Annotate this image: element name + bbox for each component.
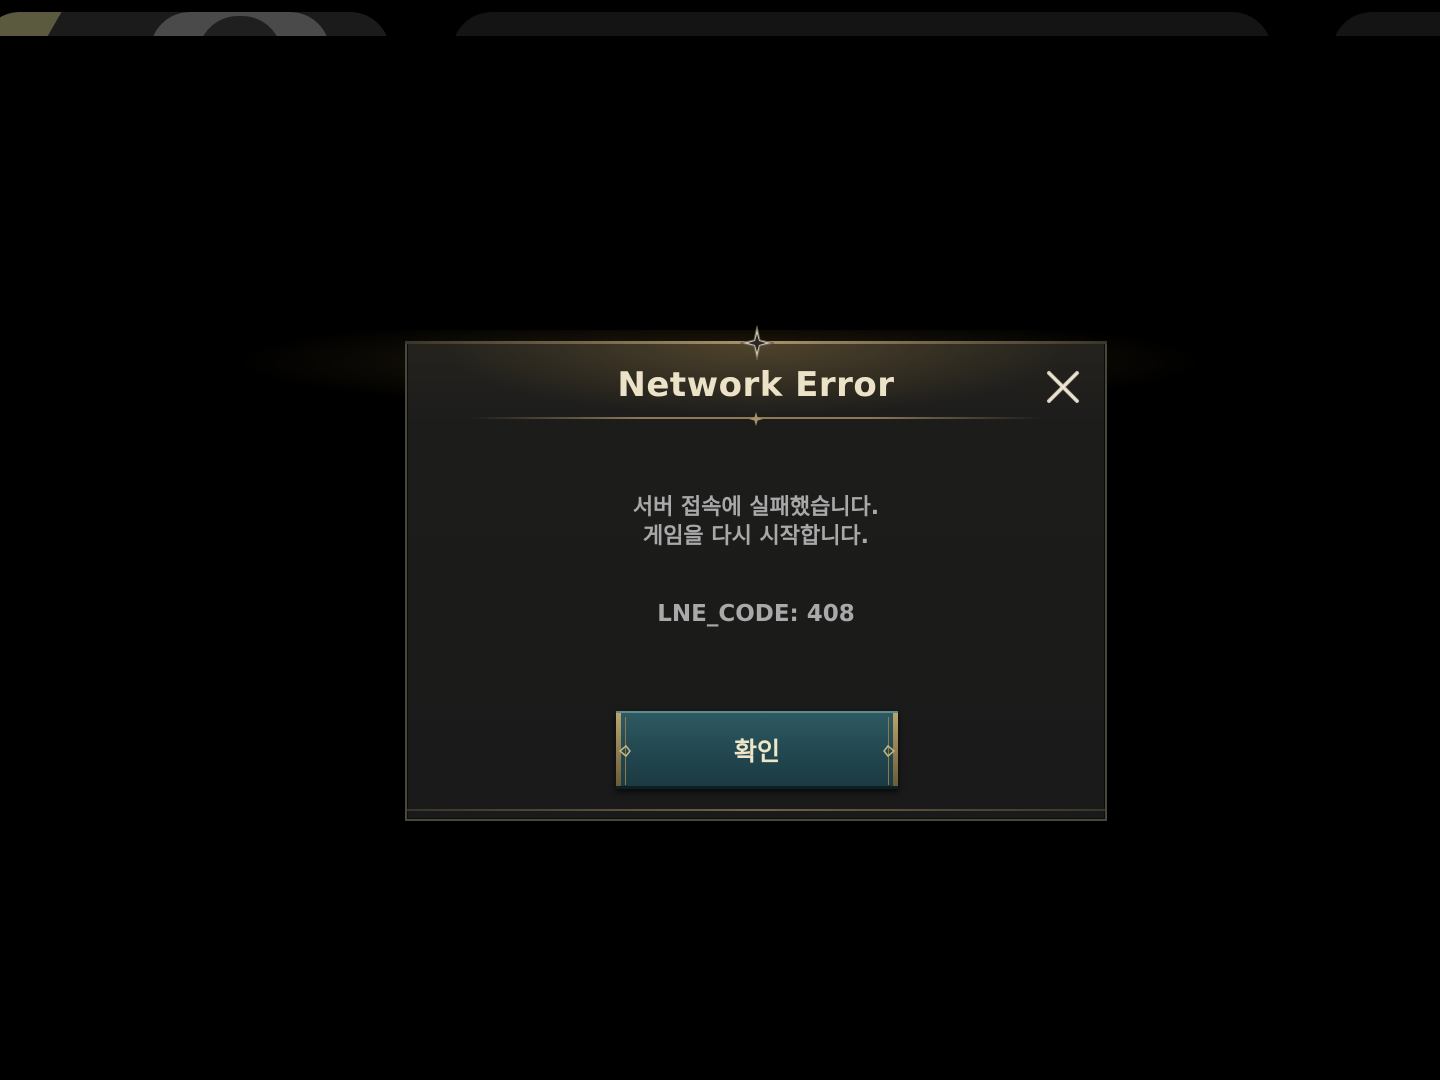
error-message-line: 서버 접속에 실패했습니다.	[632, 495, 880, 520]
dialog-title: Network Error	[617, 365, 895, 405]
background-card-right	[1332, 12, 1440, 36]
error-message: 서버 접속에 실패했습니다. 게임을 다시 시작합니다.	[407, 493, 1105, 551]
confirm-button-label: 확인	[733, 736, 780, 766]
network-error-dialog: Network Error 서버 접속에 실패했습니다. 게임을 다시 시작합니…	[405, 325, 1107, 821]
error-code: LNE_CODE: 408	[657, 601, 855, 627]
dialog-bottom-border	[407, 809, 1105, 811]
game-screen: Network Error 서버 접속에 실패했습니다. 게임을 다시 시작합니…	[0, 0, 1440, 1080]
card-art-shape	[0, 12, 62, 36]
star-ornament-icon	[739, 325, 775, 361]
confirm-button[interactable]: 확인	[616, 711, 898, 789]
background-card-left	[0, 12, 390, 36]
background-card-center	[452, 12, 1272, 36]
background-cards-strip	[0, 0, 1440, 36]
error-message-line: 게임을 다시 시작합니다.	[642, 524, 870, 549]
divider-ornament-icon	[749, 412, 763, 426]
close-icon[interactable]	[1043, 367, 1083, 407]
